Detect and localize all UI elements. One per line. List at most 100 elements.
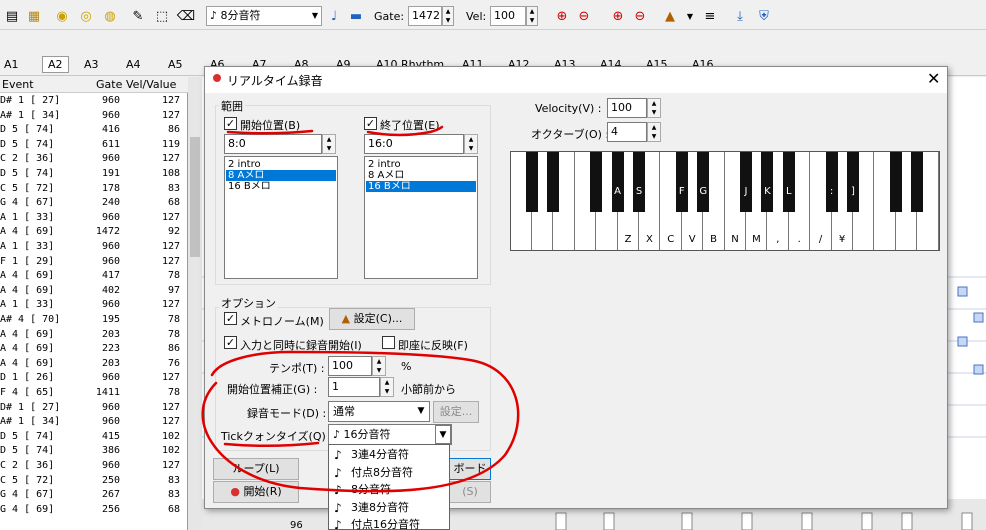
black-key[interactable] <box>825 152 838 212</box>
triplet-icon[interactable]: ♩ <box>324 6 344 26</box>
black-key[interactable] <box>526 152 538 212</box>
list-edit-icon[interactable]: ▦ <box>24 6 44 26</box>
track-tab[interactable]: A1 <box>4 58 19 71</box>
table-row[interactable]: F 1 [ 29] 960 127 <box>0 255 188 270</box>
list-item[interactable]: 8 Aメロ <box>366 170 476 181</box>
metronome-settings-button[interactable]: ▲ 設定(C)... <box>329 308 415 330</box>
start-list[interactable]: 2 intro 8 Aメロ 16 Bメロ <box>224 156 338 279</box>
table-row[interactable]: C 5 [ 72] 178 83 <box>0 182 188 197</box>
list-item[interactable]: 8 Aメロ <box>226 170 336 181</box>
table-row[interactable]: G 4 [ 67] 267 83 <box>0 488 188 503</box>
chevron-down-icon[interactable]: ▼ <box>680 6 700 26</box>
black-key[interactable] <box>590 152 603 212</box>
start-checkbox[interactable]: ✓ <box>224 117 237 130</box>
download-icon[interactable]: ⤓ <box>730 6 750 26</box>
quantize-option[interactable]: ♪ 付点16分音符 <box>329 516 449 530</box>
end-checkbox[interactable]: ✓ <box>364 117 377 130</box>
black-key[interactable] <box>761 152 774 212</box>
offset-input[interactable]: 1 <box>328 377 380 397</box>
column-icon[interactable]: ≡ <box>700 6 720 26</box>
list-scrollbar[interactable] <box>188 77 202 530</box>
bell-icon[interactable]: ▲ <box>660 6 680 26</box>
velocity-spinner[interactable]: ▲ ▼ <box>647 98 661 118</box>
table-row[interactable]: A# 1 [ 34] 960 127 <box>0 109 188 124</box>
table-row[interactable]: A 1 [ 33] 960 127 <box>0 298 188 313</box>
table-row[interactable]: G 4 [ 69] 256 68 <box>0 503 188 518</box>
table-row[interactable]: A 4 [ 69] 223 86 <box>0 342 188 357</box>
table-row[interactable]: A 4 [ 69] 417 78 <box>0 269 188 284</box>
table-row[interactable]: A 4 [ 69] 203 78 <box>0 328 188 343</box>
select-rect-icon[interactable]: ⬚ <box>152 6 172 26</box>
end-list[interactable]: 2 intro 8 Aメロ 16 Bメロ <box>364 156 478 279</box>
table-row[interactable]: D 5 [ 74] 611 119 <box>0 138 188 153</box>
table-row[interactable]: G 4 [ 67] 240 68 <box>0 196 188 211</box>
table-row[interactable]: A 4 [ 69] 1472 92 <box>0 225 188 240</box>
start-spinner[interactable]: ▲ ▼ <box>322 134 336 154</box>
virtual-keyboard[interactable]: A S F G J K L:] Z X C V B N M,. / ¥ <box>510 151 940 251</box>
octave-input[interactable]: 4 <box>607 122 647 142</box>
close-icon[interactable]: ✕ <box>927 69 940 88</box>
offset-spinner[interactable]: ▲ ▼ <box>380 377 394 397</box>
quantize-select[interactable]: ♪ 16分音符 ▼ <box>328 424 452 445</box>
table-row[interactable]: A 4 [ 69] 402 97 <box>0 284 188 299</box>
track-tab[interactable]: A4 <box>126 58 141 71</box>
zoom-in-icon[interactable]: ⊕ <box>552 6 572 26</box>
black-key[interactable] <box>611 152 624 212</box>
start-input[interactable]: 8:0 <box>224 134 322 154</box>
shield-icon[interactable]: ⛨ <box>754 6 774 26</box>
table-row[interactable]: A# 1 [ 34] 960 127 <box>0 415 188 430</box>
table-row[interactable]: A# 4 [ 70] 195 78 <box>0 313 188 328</box>
gate-bar-icon[interactable]: ▬ <box>346 6 366 26</box>
vel-spinner[interactable]: ▲ ▼ <box>526 6 538 26</box>
quantize-dropdown-list[interactable]: ♪ 3連4分音符 ♪ 付点8分音符 ♪ 8分音符 ♪ 3連8分音符 ♪ 付点16分音符 <box>328 444 450 530</box>
toolbar-tool-icon[interactable]: ▤ <box>2 6 22 26</box>
table-row[interactable]: C 2 [ 36] 960 127 <box>0 152 188 167</box>
table-row[interactable]: D 5 [ 74] 415 102 <box>0 430 188 445</box>
speaker-solo-icon[interactable]: ◎ <box>76 6 96 26</box>
black-key[interactable] <box>547 152 560 212</box>
immediate-checkbox[interactable] <box>382 336 395 349</box>
list-item[interactable]: 16 Bメロ <box>226 181 336 192</box>
table-row[interactable]: A 4 [ 69] 203 76 <box>0 357 188 372</box>
scrollbar-thumb[interactable] <box>190 137 200 257</box>
table-row[interactable]: D 5 [ 74] 191 108 <box>0 167 188 182</box>
track-tab[interactable]: A2 <box>42 56 69 73</box>
start-record-button[interactable]: ● 開始(R) <box>213 481 299 503</box>
quantize-option[interactable]: ♪ 8分音符 <box>329 481 449 499</box>
zoom-v-in-icon[interactable]: ⊕ <box>608 6 628 26</box>
end-input[interactable]: 16:0 <box>364 134 464 154</box>
pencil-icon[interactable]: ✎ <box>128 6 148 26</box>
event-list[interactable]: Event Gate Vel/Value D# 1 [ 27] 960 127 A# … <box>0 77 188 530</box>
quantize-option[interactable]: ♪ 付点8分音符 <box>329 464 449 482</box>
end-spinner[interactable]: ▲ ▼ <box>464 134 478 154</box>
black-key[interactable] <box>740 152 752 212</box>
mode-settings-button[interactable]: 設定... <box>433 401 479 423</box>
table-row[interactable]: D 5 [ 74] 386 102 <box>0 444 188 459</box>
black-key[interactable] <box>847 152 859 212</box>
tempo-spinner[interactable]: ▲ ▼ <box>372 356 386 376</box>
table-row[interactable]: D 1 [ 26] 960 127 <box>0 371 188 386</box>
table-row[interactable]: C 2 [ 36] 960 127 <box>0 459 188 474</box>
table-row[interactable]: C 5 [ 72] 250 83 <box>0 474 188 489</box>
track-tab[interactable]: A5 <box>168 58 183 71</box>
table-row[interactable]: D 5 [ 74] 416 86 <box>0 123 188 138</box>
table-row[interactable]: F 4 [ 65] 1411 78 <box>0 386 188 401</box>
rec-start-checkbox[interactable]: ✓ <box>224 336 237 349</box>
list-item[interactable]: 16 Bメロ <box>366 181 476 192</box>
tempo-input[interactable]: 100 <box>328 356 372 376</box>
vel-input[interactable]: 100 <box>490 6 526 26</box>
list-item[interactable]: 2 intro <box>366 159 476 170</box>
table-row[interactable]: D# 1 [ 27] 960 127 <box>0 94 188 109</box>
eraser-icon[interactable]: ⌫ <box>176 6 196 26</box>
zoom-out-icon[interactable]: ⊖ <box>574 6 594 26</box>
mode-select[interactable]: 通常 ▼ <box>328 401 430 422</box>
track-tab[interactable]: A3 <box>84 58 99 71</box>
metronome-checkbox[interactable]: ✓ <box>224 312 237 325</box>
stop-button[interactable]: (S) <box>449 481 491 503</box>
keyboard-button[interactable]: ボード <box>449 458 491 480</box>
quantize-option[interactable]: ♪ 3連4分音符 <box>329 446 449 464</box>
list-item[interactable]: 2 intro <box>226 159 336 170</box>
zoom-v-out-icon[interactable]: ⊖ <box>630 6 650 26</box>
black-key[interactable] <box>697 152 710 212</box>
speaker-mute-icon[interactable]: ◍ <box>100 6 120 26</box>
